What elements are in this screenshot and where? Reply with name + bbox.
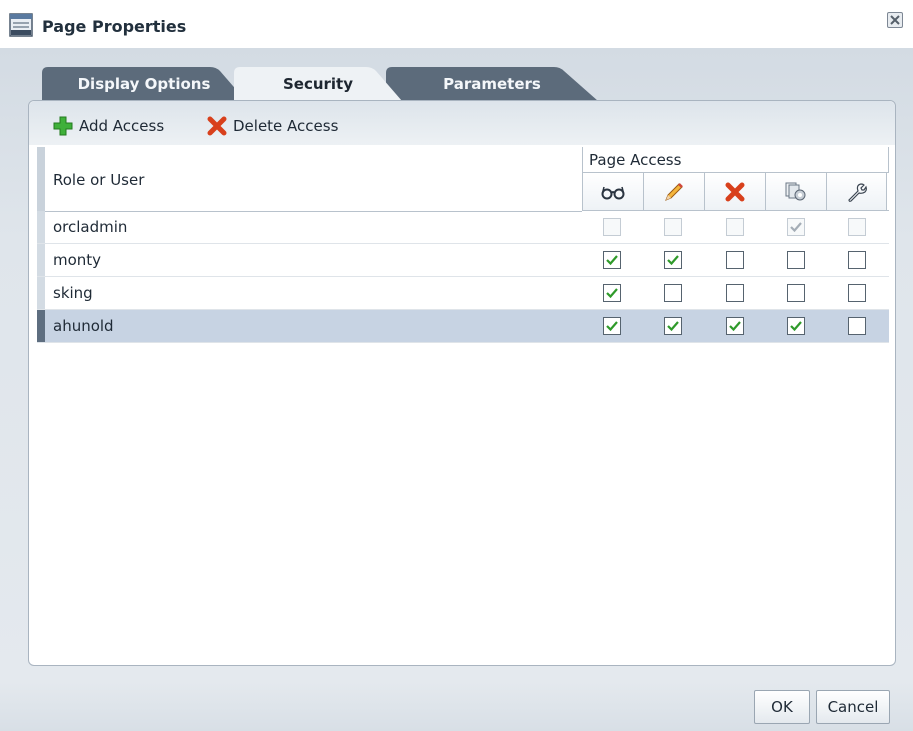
permission-checkbox[interactable] bbox=[664, 284, 682, 302]
role-header-label: Role or User bbox=[53, 171, 145, 189]
dialog-title: Page Properties bbox=[42, 17, 187, 36]
permission-checkbox bbox=[787, 218, 805, 236]
close-icon[interactable] bbox=[887, 12, 903, 28]
tab-label: Parameters bbox=[443, 75, 541, 93]
permission-checkbox bbox=[848, 218, 866, 236]
permission-checkbox[interactable] bbox=[726, 284, 744, 302]
edit-pencil-icon bbox=[643, 173, 704, 210]
permission-checkbox[interactable] bbox=[603, 317, 621, 335]
permission-checkbox[interactable] bbox=[787, 317, 805, 335]
manage-pages-icon bbox=[765, 173, 826, 210]
delete-x-icon bbox=[704, 173, 765, 210]
page-properties-icon bbox=[8, 12, 34, 38]
tab-parameters[interactable]: Parameters bbox=[386, 67, 598, 101]
column-header-role: Role or User bbox=[45, 147, 582, 212]
page-access-header-label: Page Access bbox=[589, 151, 682, 169]
permission-checkbox[interactable] bbox=[787, 251, 805, 269]
permission-checkbox[interactable] bbox=[726, 251, 744, 269]
permission-checkbox[interactable] bbox=[848, 251, 866, 269]
permission-checkbox[interactable] bbox=[664, 251, 682, 269]
view-glasses-icon bbox=[582, 173, 643, 210]
row-user-name: sking bbox=[53, 284, 93, 302]
panel-toolbar: Add Access Delete Access bbox=[29, 101, 895, 145]
permission-checkbox[interactable] bbox=[848, 317, 866, 335]
table-row[interactable]: sking bbox=[37, 277, 889, 310]
permission-checkbox bbox=[726, 218, 744, 236]
permission-checkbox[interactable] bbox=[848, 284, 866, 302]
permission-checkbox[interactable] bbox=[726, 317, 744, 335]
row-indicator bbox=[37, 244, 45, 276]
row-indicator bbox=[37, 310, 45, 342]
dialog-body: Display Options Parameters Security Add … bbox=[0, 48, 913, 682]
row-indicator bbox=[37, 211, 45, 243]
row-user-name: ahunold bbox=[53, 317, 114, 335]
ok-button[interactable]: OK bbox=[754, 690, 810, 724]
permission-icon-headers bbox=[582, 173, 889, 211]
permission-checkbox[interactable] bbox=[787, 284, 805, 302]
header-indicator bbox=[37, 147, 45, 211]
tab-security[interactable]: Security bbox=[234, 67, 402, 101]
table-row[interactable]: ahunold bbox=[37, 310, 889, 343]
plus-icon bbox=[53, 116, 73, 136]
row-user-name: orcladmin bbox=[53, 218, 128, 236]
delete-access-button[interactable]: Delete Access bbox=[207, 115, 338, 137]
table-row[interactable]: orcladmin bbox=[37, 211, 889, 244]
permission-checkbox bbox=[603, 218, 621, 236]
column-group-page-access: Page Access bbox=[582, 147, 889, 173]
add-access-label: Add Access bbox=[79, 117, 165, 135]
cancel-button[interactable]: Cancel bbox=[816, 690, 890, 724]
security-panel: Add Access Delete Access Role or User Pa… bbox=[28, 100, 896, 666]
dialog-footer: OK Cancel bbox=[0, 682, 913, 731]
customize-wrench-icon bbox=[826, 173, 887, 210]
delete-access-label: Delete Access bbox=[233, 117, 339, 135]
permission-checkbox[interactable] bbox=[603, 251, 621, 269]
delete-x-icon bbox=[207, 116, 227, 136]
permission-checkbox bbox=[664, 218, 682, 236]
row-user-name: monty bbox=[53, 251, 102, 269]
table-row[interactable]: monty bbox=[37, 244, 889, 277]
add-access-button[interactable]: Add Access bbox=[53, 115, 164, 137]
permission-checkbox[interactable] bbox=[664, 317, 682, 335]
tab-display-options[interactable]: Display Options bbox=[42, 67, 246, 101]
row-indicator bbox=[37, 277, 45, 309]
title-bar: Page Properties bbox=[0, 0, 913, 48]
tab-label: Security bbox=[282, 75, 354, 93]
permission-checkbox[interactable] bbox=[603, 284, 621, 302]
tab-label: Display Options bbox=[77, 75, 211, 93]
